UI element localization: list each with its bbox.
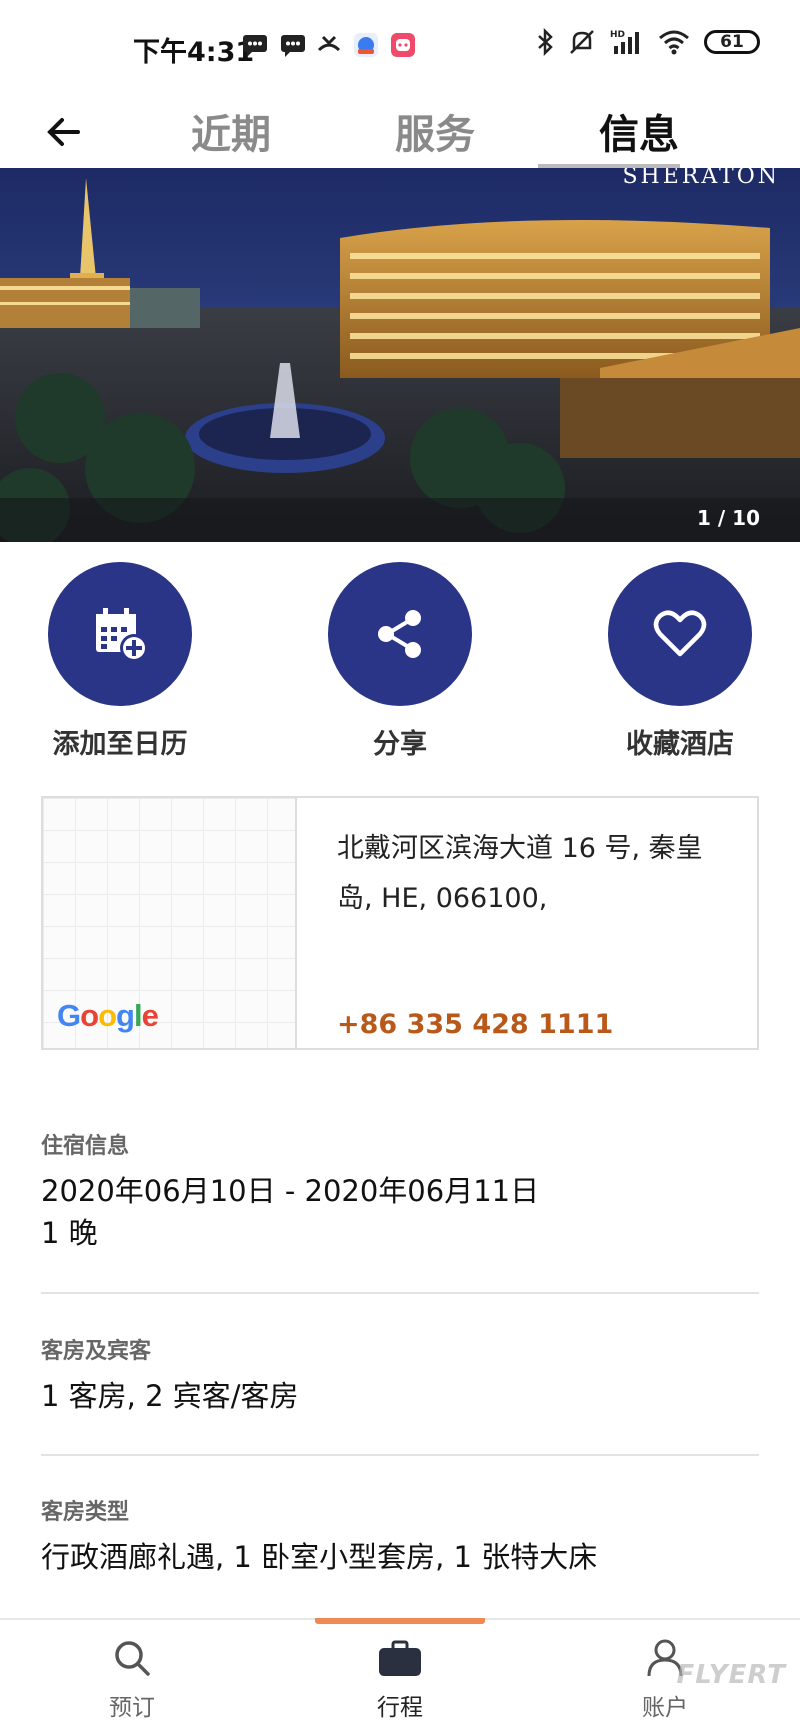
share-circle[interactable] <box>328 562 472 706</box>
heart-icon <box>653 610 707 657</box>
calendar-add-icon <box>96 608 148 662</box>
tab-recent[interactable]: 近期 <box>191 102 271 160</box>
status-bar: 下午4:31 HD 61 <box>0 0 800 90</box>
active-nav-indicator <box>315 1618 485 1624</box>
hotel-phone-link[interactable]: +86 335 428 1111 <box>337 1009 613 1040</box>
nav-book-label: 预订 <box>109 1695 155 1721</box>
bottom-navigation: 预订 行程 账户 FLYERT <box>0 1618 800 1735</box>
tab-info[interactable]: 信息 <box>599 102 679 160</box>
favorite-hotel-button[interactable]: 收藏酒店 <box>560 562 800 761</box>
nav-trips-label: 行程 <box>377 1695 423 1721</box>
quick-actions: 添加至日历 分享 收藏酒店 <box>0 562 800 762</box>
nav-trips[interactable]: 行程 <box>330 1638 470 1722</box>
brand-watermark: SHERATON <box>622 168 780 189</box>
hotel-photo-carousel[interactable]: SHERATON 1 / 10 <box>0 168 800 542</box>
favorite-label: 收藏酒店 <box>626 729 734 760</box>
top-tab-bar: 近期 服务 信息 <box>0 90 800 168</box>
room-type-section: 客房类型 行政酒廊礼遇, 1 卧室小型套房, 1 张特大床 <box>41 1494 759 1578</box>
favorite-circle[interactable] <box>608 562 752 706</box>
nav-book[interactable]: 预订 <box>62 1638 202 1722</box>
message-icon <box>281 35 305 57</box>
app-notification-icon <box>391 33 415 57</box>
google-logo: Google <box>57 998 159 1033</box>
status-time: 下午4:31 <box>133 37 255 68</box>
bluetooth-icon <box>538 28 553 56</box>
app-notification-icon <box>354 33 378 57</box>
add-to-calendar-button[interactable]: 添加至日历 <box>0 562 240 761</box>
wifi-icon <box>659 30 689 55</box>
rooms-guests-section: 客房及宾客 1 客房, 2 宾客/客房 <box>41 1333 759 1417</box>
divider <box>41 1292 759 1294</box>
battery-indicator: 61 <box>704 30 760 54</box>
tab-services[interactable]: 服务 <box>395 102 475 160</box>
stay-info-section: 住宿信息 2020年06月10日 - 2020年06月11日 1 晚 <box>41 1128 759 1254</box>
share-icon <box>378 610 421 658</box>
mute-icon <box>570 30 594 54</box>
share-label: 分享 <box>373 729 427 760</box>
room-type-value: 行政酒廊礼遇, 1 卧室小型套房, 1 张特大床 <box>41 1540 598 1574</box>
message-icon <box>243 35 267 57</box>
room-type-title: 客房类型 <box>41 1500 130 1525</box>
rooms-guests-title: 客房及宾客 <box>41 1339 152 1364</box>
rooms-guests-value: 1 客房, 2 宾客/客房 <box>41 1379 299 1413</box>
missed-call-icon <box>317 35 341 52</box>
add-to-calendar-label: 添加至日历 <box>52 729 188 760</box>
back-arrow-icon[interactable] <box>44 112 84 152</box>
briefcase-icon <box>379 1640 421 1676</box>
location-card: Google 北戴河区滨海大道 16 号, 秦皇岛, HE, 066100, +… <box>41 796 759 1050</box>
hotel-photo <box>0 168 800 542</box>
svg-text:HD: HD <box>610 30 625 40</box>
nav-account-label: 账户 <box>642 1695 688 1721</box>
forum-watermark: FLYERT <box>676 1660 786 1690</box>
photo-counter: 1 / 10 <box>697 506 760 530</box>
stay-dates: 2020年06月10日 - 2020年06月11日 <box>41 1174 540 1208</box>
search-icon <box>115 1641 150 1676</box>
divider <box>41 1454 759 1456</box>
stay-nights: 1 晚 <box>41 1216 98 1250</box>
add-to-calendar-circle[interactable] <box>48 562 192 706</box>
share-button[interactable]: 分享 <box>280 562 520 761</box>
map-thumbnail[interactable]: Google <box>43 798 297 1048</box>
stay-info-title: 住宿信息 <box>41 1134 130 1159</box>
hotel-address: 北戴河区滨海大道 16 号, 秦皇岛, HE, 066100, <box>337 833 703 914</box>
signal-icon: HD <box>610 30 639 54</box>
